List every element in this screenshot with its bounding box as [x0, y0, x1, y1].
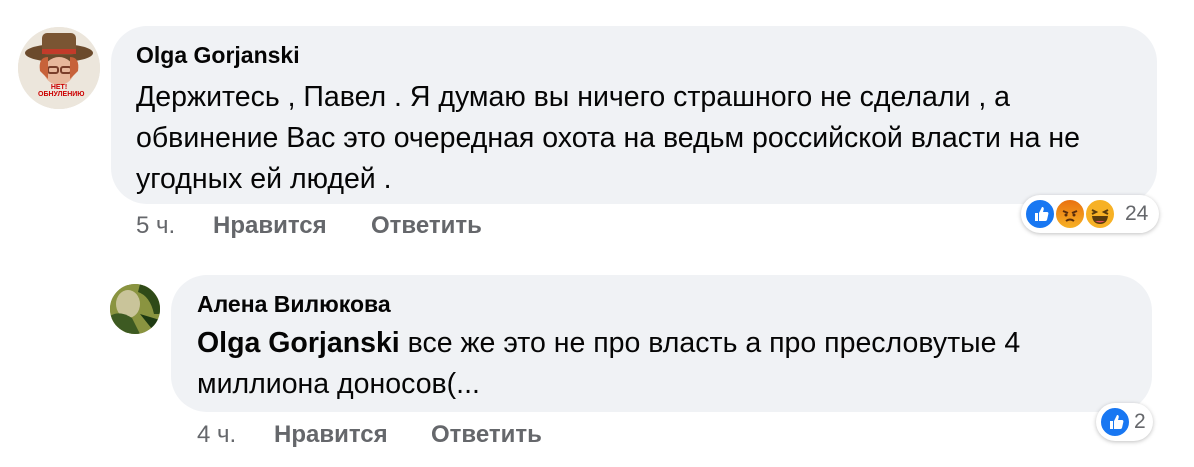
- avatar-badge-text: НЕТ! ОБНУЛЕНИЮ: [38, 84, 85, 98]
- comment-timestamp[interactable]: 5 ч.: [136, 212, 175, 240]
- reaction-count: 2: [1134, 410, 1146, 433]
- reply-text: Olga Gorjanski все же это не про власть …: [197, 323, 1142, 405]
- comment-text: Держитесь , Павел . Я думаю вы ничего ст…: [136, 81, 1080, 195]
- like-reaction-icon: [1099, 406, 1131, 438]
- like-reaction-icon: [1024, 198, 1056, 230]
- like-button[interactable]: Нравится: [274, 421, 388, 449]
- reply-button[interactable]: Ответить: [371, 212, 482, 240]
- avatar-olga[interactable]: НЕТ! ОБНУЛЕНИЮ: [18, 27, 100, 109]
- avatar-image: [110, 284, 160, 334]
- like-button[interactable]: Нравится: [213, 212, 327, 240]
- reply-button[interactable]: Ответить: [431, 421, 542, 449]
- mention-link[interactable]: Olga Gorjanski: [197, 327, 400, 359]
- reaction-count: 24: [1125, 202, 1149, 225]
- reaction-summary[interactable]: 24: [1021, 195, 1159, 233]
- reply-timestamp[interactable]: 4 ч.: [197, 421, 236, 449]
- avatar-alena[interactable]: [110, 284, 160, 334]
- reply-author[interactable]: Алена Вилюкова: [197, 291, 391, 318]
- angry-reaction-icon: [1054, 198, 1086, 230]
- reaction-summary[interactable]: 2: [1096, 403, 1153, 441]
- comment-author[interactable]: Olga Gorjanski: [136, 42, 300, 69]
- haha-reaction-icon: [1084, 198, 1116, 230]
